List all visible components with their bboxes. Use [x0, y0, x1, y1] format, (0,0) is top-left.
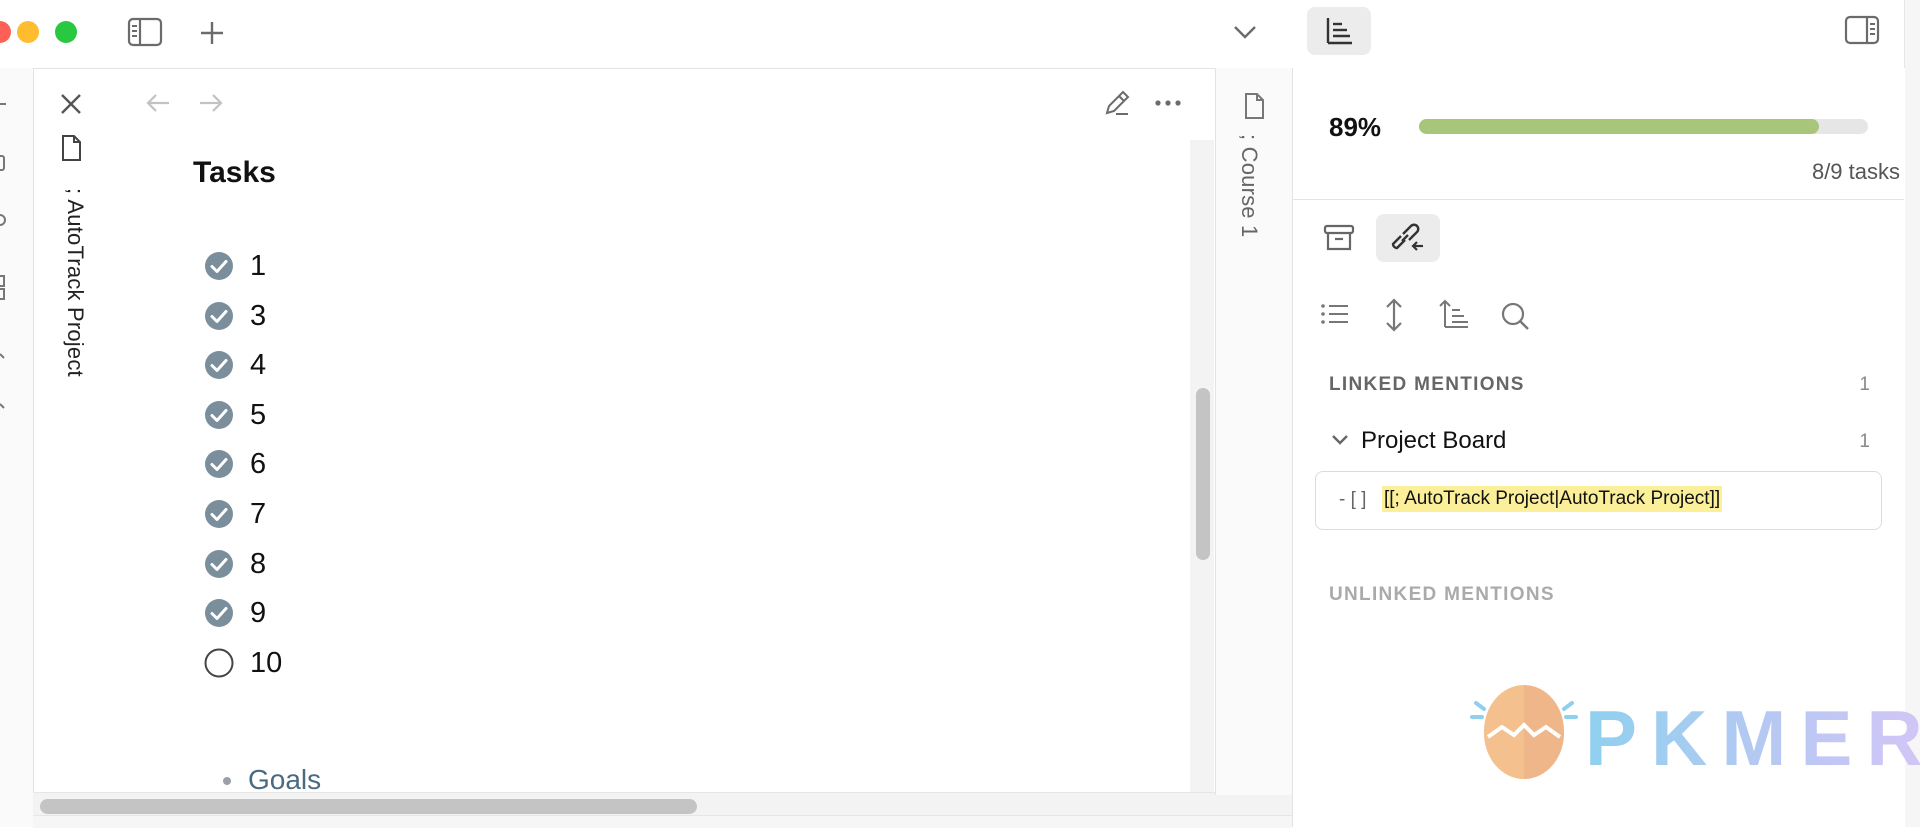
task-label: 8	[250, 547, 267, 580]
linked-mentions-count: 1	[1859, 374, 1870, 395]
forward-arrow-icon[interactable]	[197, 91, 225, 115]
checked-checkbox-icon[interactable]	[204, 549, 234, 579]
task-item: 6	[204, 444, 266, 484]
linked-mentions-heading[interactable]: LINKED MENTIONS	[1329, 374, 1525, 396]
editor-vertical-scroll-thumb[interactable]	[1196, 388, 1210, 560]
pkmer-watermark-text: PKMER	[1585, 693, 1920, 784]
task-item: 10	[204, 643, 282, 683]
task-label: 4	[250, 348, 267, 381]
task-item: 4	[204, 345, 266, 385]
task-item: 1	[204, 246, 266, 286]
task-item: 5	[204, 395, 266, 435]
unlinked-mentions-heading[interactable]: UNLINKED MENTIONS	[1329, 584, 1555, 606]
pkmer-logo-icon	[1468, 679, 1580, 787]
right-sidebar-tabbar	[1292, 0, 1904, 69]
status-strip	[33, 815, 1292, 828]
task-item: 3	[204, 296, 266, 336]
unchecked-checkbox-icon[interactable]	[204, 648, 234, 678]
new-tab-icon[interactable]	[198, 19, 226, 47]
archive-button[interactable]	[1307, 214, 1371, 262]
bullet-dot	[223, 777, 231, 785]
task-label: 1	[250, 249, 267, 282]
backlink-source-count: 1	[1859, 431, 1870, 452]
task-label: 10	[250, 646, 283, 679]
checked-checkbox-icon[interactable]	[204, 301, 234, 331]
task-label: 3	[250, 299, 267, 332]
tab-list-chevron-icon[interactable]	[1232, 22, 1258, 42]
tab-progress-outline[interactable]	[1307, 7, 1371, 55]
edit-pencil-icon[interactable]	[1102, 88, 1132, 118]
backlinks-tab[interactable]	[1376, 214, 1440, 262]
progress-percent: 89%	[1329, 112, 1382, 142]
task-item: 9	[204, 593, 266, 633]
expand-context-icon[interactable]	[1382, 297, 1406, 333]
task-label: 5	[250, 398, 267, 431]
mention-task-prefix: - [ ]	[1339, 489, 1367, 510]
task-item: 7	[204, 494, 266, 534]
checked-checkbox-icon[interactable]	[204, 499, 234, 529]
archive-icon	[1323, 223, 1355, 253]
window-zoom-button[interactable]	[55, 21, 77, 43]
window-minimize-button[interactable]	[17, 21, 39, 43]
search-icon[interactable]	[1499, 300, 1531, 332]
checked-checkbox-icon[interactable]	[204, 598, 234, 628]
more-options-icon[interactable]	[1154, 96, 1182, 110]
checked-checkbox-icon[interactable]	[204, 400, 234, 430]
tasks-heading: Tasks	[193, 156, 276, 189]
task-label: 7	[250, 497, 267, 530]
progress-bar-fill	[1419, 119, 1819, 134]
chevron-down-icon[interactable]	[1330, 432, 1350, 448]
task-count: 8/9 tasks	[1811, 159, 1900, 184]
sidebar-divider	[1293, 199, 1904, 200]
sort-icon[interactable]	[1438, 298, 1470, 330]
left-ribbon	[0, 68, 34, 827]
file-icon	[1243, 92, 1265, 120]
back-arrow-icon[interactable]	[144, 91, 172, 115]
checked-checkbox-icon[interactable]	[204, 251, 234, 281]
backlink-source-title[interactable]: Project Board	[1361, 427, 1506, 455]
title-bar	[0, 0, 1292, 69]
pane-title[interactable]: ; AutoTrack Project	[52, 188, 88, 488]
task-item: 8	[204, 544, 266, 584]
checked-checkbox-icon[interactable]	[204, 449, 234, 479]
task-label: 6	[250, 447, 267, 480]
toggle-left-sidebar-icon[interactable]	[127, 17, 163, 47]
editor-horizontal-scroll-thumb[interactable]	[40, 799, 697, 814]
collapse-results-icon[interactable]	[1319, 300, 1351, 328]
file-icon	[60, 134, 82, 162]
task-label: 9	[250, 596, 267, 629]
stacked-pane-title[interactable]: ; Course 1	[1236, 134, 1262, 238]
mention-highlighted-link[interactable]: [[; AutoTrack Project|AutoTrack Project]…	[1382, 486, 1723, 512]
bar-chart-icon	[1323, 15, 1355, 47]
backlink-chain-icon	[1391, 222, 1425, 254]
toggle-right-sidebar-icon[interactable]	[1844, 15, 1880, 45]
close-icon[interactable]	[58, 91, 84, 117]
checked-checkbox-icon[interactable]	[204, 350, 234, 380]
